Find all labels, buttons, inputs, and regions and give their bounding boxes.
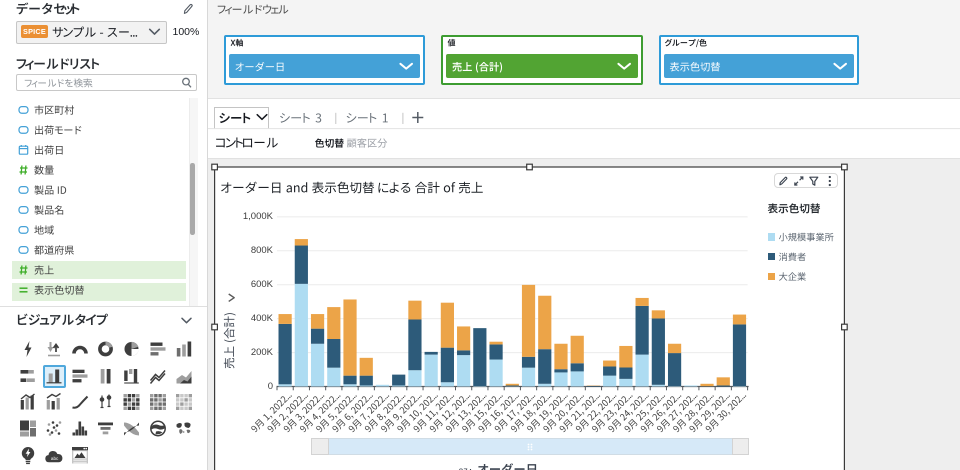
svg-text:abc: abc [51,456,59,461]
